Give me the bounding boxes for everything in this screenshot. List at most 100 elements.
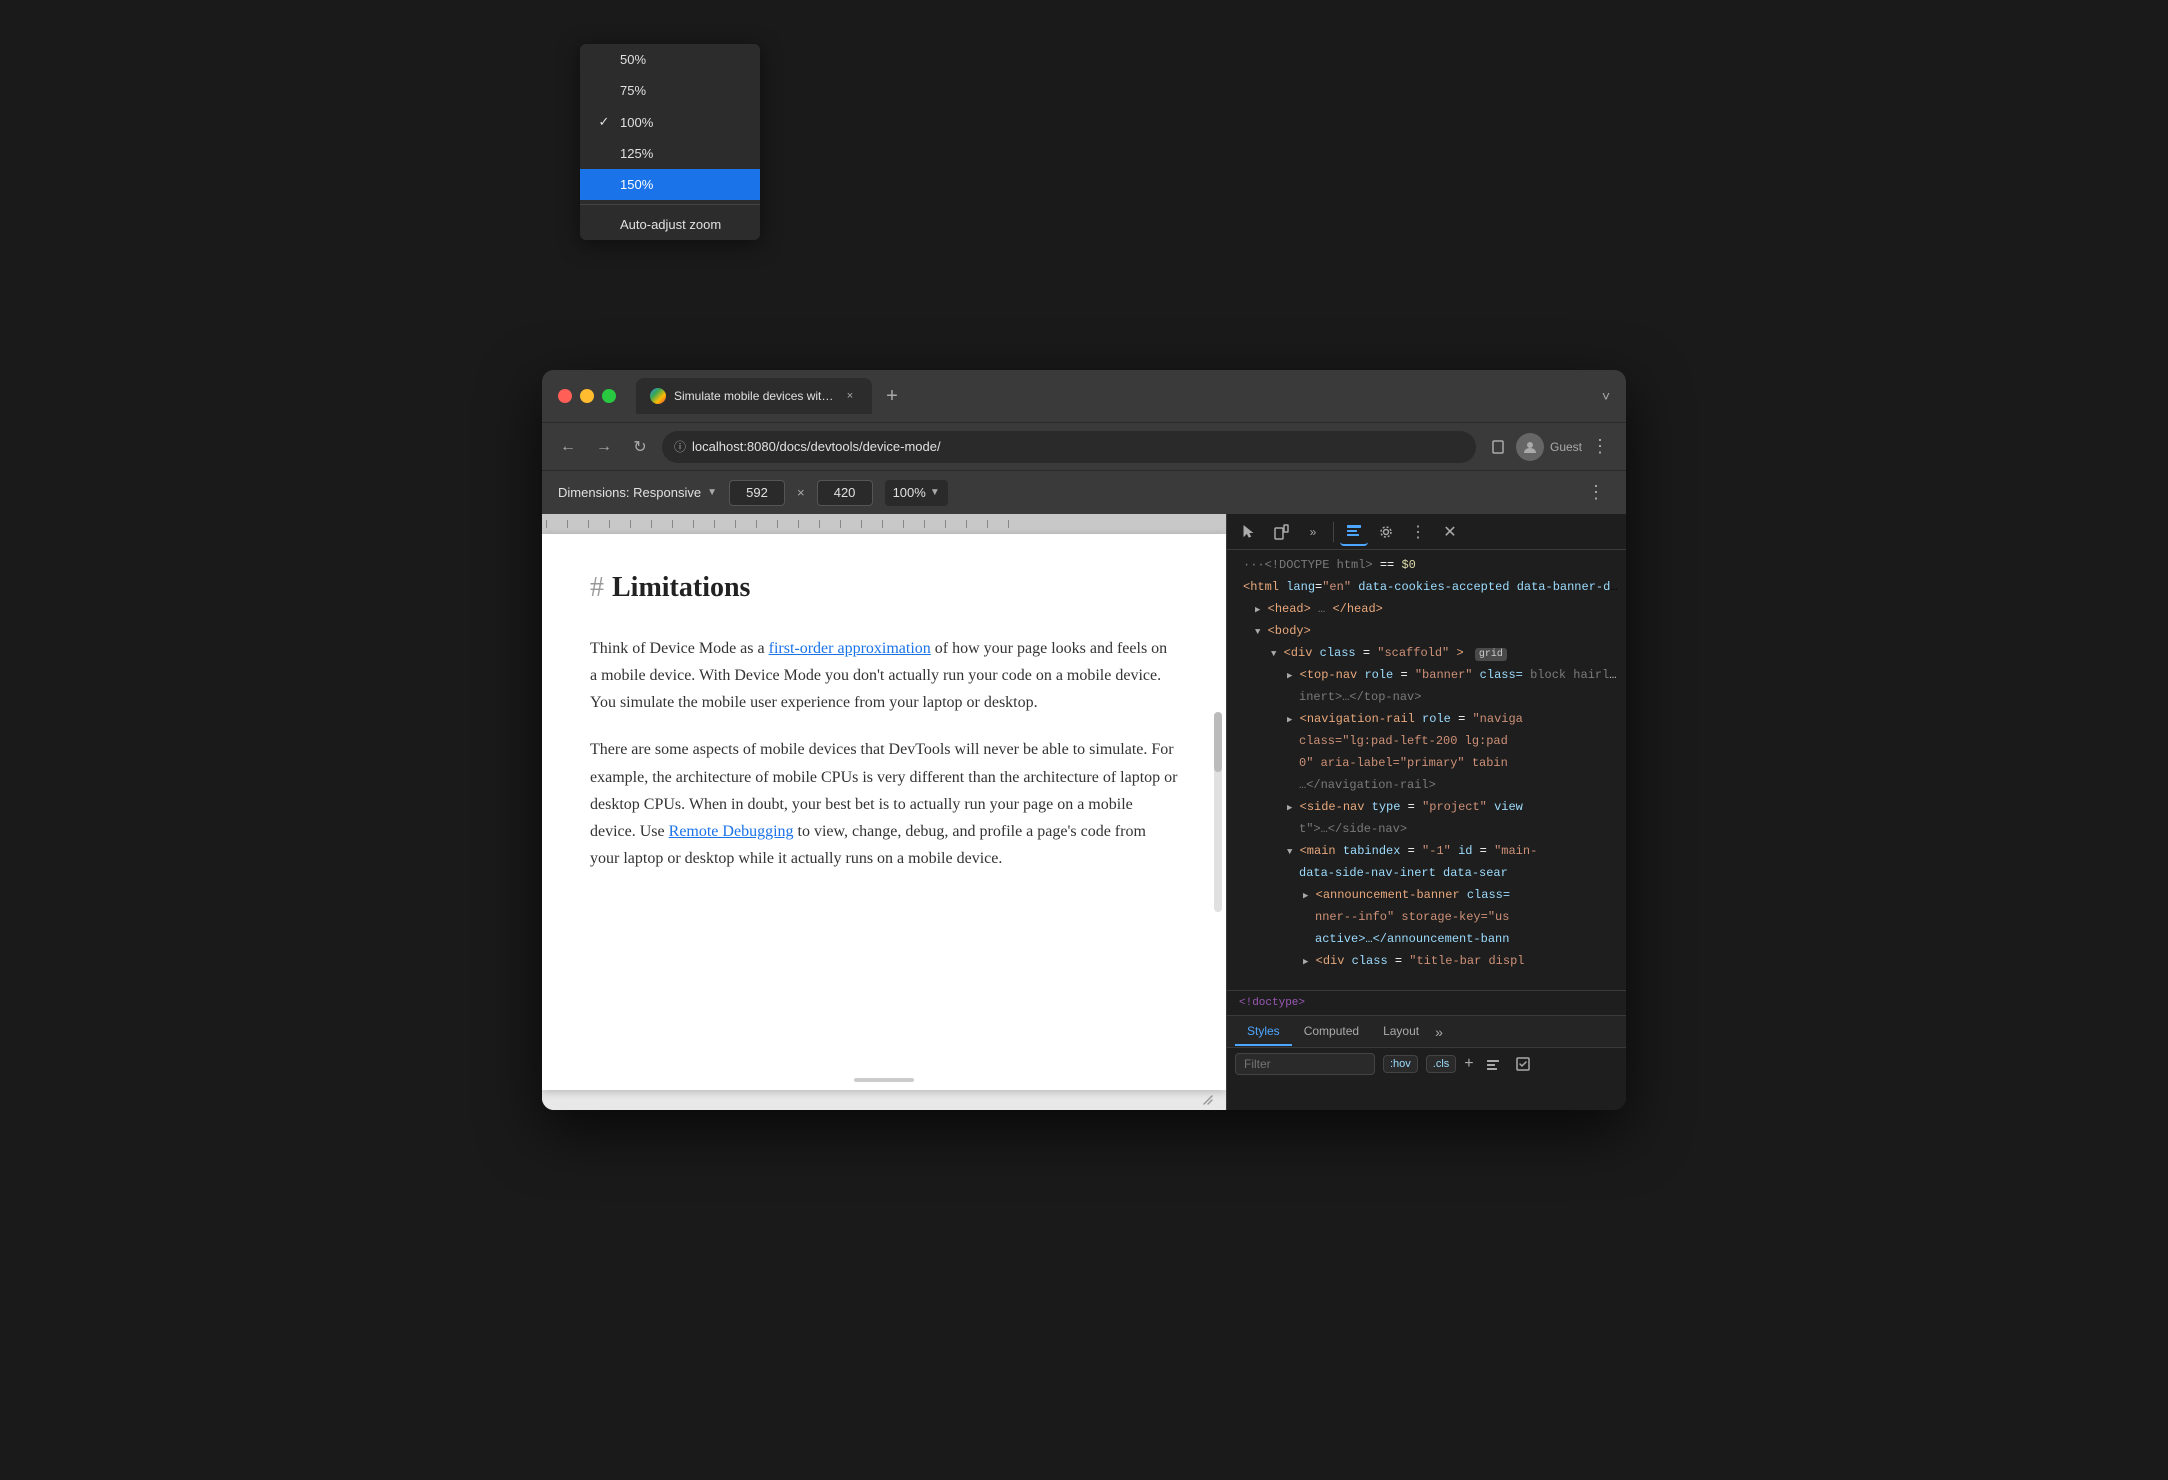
ruler-mark (819, 520, 820, 528)
hov-button[interactable]: :hov (1383, 1055, 1418, 1073)
active-tab[interactable]: Simulate mobile devices with D × (636, 378, 872, 414)
dimensions-dropdown-icon: ▼ (707, 487, 717, 498)
url-bar[interactable]: ⓘ localhost:8080/docs/devtools/device-mo… (662, 431, 1476, 463)
html-line-announcement[interactable]: <announcement-banner class= (1227, 884, 1626, 906)
ruler-mark (588, 520, 589, 528)
device-toolbar-more-button[interactable]: ⋮ (1582, 479, 1610, 507)
dimensions-label: Dimensions: Responsive (558, 485, 701, 500)
traffic-lights (558, 389, 616, 403)
page-heading: # Limitations (590, 566, 1178, 611)
titlebar-triangle[interactable] (1303, 952, 1308, 970)
add-style-button[interactable]: + (1464, 1055, 1473, 1073)
devtools-more-button[interactable]: ⋮ (1404, 518, 1432, 546)
main-area: # Limitations Think of Device Mode as a … (542, 514, 1626, 1110)
scrollbar-thumb[interactable] (1214, 712, 1222, 772)
forward-button[interactable]: → (590, 433, 618, 461)
html-line-main-2: data-side-nav-inert data-sear (1227, 862, 1626, 884)
html-line-html[interactable]: <html lang="en" data-cookies-accepted da… (1227, 576, 1626, 598)
devtools-close-button[interactable]: ✕ (1436, 518, 1464, 546)
styles-more-tabs-icon[interactable]: » (1435, 1024, 1443, 1040)
styles-icon-btn-2[interactable] (1512, 1053, 1534, 1075)
html-tag-open: <html (1243, 580, 1279, 594)
height-input[interactable] (817, 480, 873, 506)
html-line-sidenav[interactable]: <side-nav type = "project" view (1227, 796, 1626, 818)
page-content: # Limitations Think of Device Mode as a … (542, 534, 1226, 924)
new-tab-button[interactable]: + (876, 380, 908, 412)
styles-tab-label: Styles (1247, 1024, 1280, 1038)
scaffold-triangle[interactable] (1271, 644, 1276, 662)
more-icon: ⋮ (1587, 482, 1605, 503)
announcement-triangle[interactable] (1303, 886, 1308, 904)
para2-link[interactable]: Remote Debugging (669, 823, 794, 840)
minimize-traffic-light[interactable] (580, 389, 594, 403)
cls-button[interactable]: .cls (1426, 1055, 1457, 1073)
navrail-triangle[interactable] (1287, 710, 1292, 728)
profile-icon (1522, 439, 1538, 455)
zoom-selector[interactable]: 100% ▼ (885, 480, 948, 506)
html-line-body[interactable]: <body> (1227, 620, 1626, 642)
width-input[interactable] (729, 480, 785, 506)
url-text: localhost:8080/docs/devtools/device-mode… (692, 439, 941, 454)
zoom-dropdown-icon: ▼ (930, 487, 940, 498)
body-triangle[interactable] (1255, 622, 1260, 640)
viewport-bottom (542, 1090, 1226, 1110)
main-triangle[interactable] (1287, 842, 1292, 860)
heading-text: Limitations (612, 566, 750, 611)
elements-panel: ···<!DOCTYPE html> == $0 <html lang="en"… (1227, 550, 1626, 990)
tab-menu-button[interactable]: ˅ (1602, 388, 1610, 404)
html-line-announcement-3: active>…</announcement-bann (1227, 928, 1626, 950)
refresh-button[interactable]: ↻ (626, 433, 654, 461)
html-line-scaffold[interactable]: <div class = "scaffold" > grid (1227, 642, 1626, 664)
zoom-value-label: 100% (893, 485, 926, 500)
ruler-mark (903, 520, 904, 528)
browser-window: Simulate mobile devices with D × + ˅ ← →… (542, 370, 1626, 1110)
html-line-titlebar[interactable]: <div class = "title-bar displ (1227, 950, 1626, 972)
html-line-announcement-2: nner--info" storage-key="us (1227, 906, 1626, 928)
html-line-head[interactable]: <head> … </head> (1227, 598, 1626, 620)
ruler-mark (756, 520, 757, 528)
tab-styles[interactable]: Styles (1235, 1018, 1292, 1046)
chrome-menu-button[interactable]: ⋮ (1586, 433, 1614, 461)
settings-icon (1378, 524, 1394, 540)
resize-icon (1202, 1094, 1214, 1106)
head-triangle[interactable] (1255, 600, 1260, 618)
ruler-mark (567, 520, 568, 528)
title-bar: Simulate mobile devices with D × + ˅ (542, 370, 1626, 422)
dimensions-separator: × (797, 485, 805, 500)
styles-icon-btn-1[interactable] (1482, 1053, 1504, 1075)
device-toggle-button[interactable] (1267, 518, 1295, 546)
elements-panel-button[interactable] (1340, 518, 1368, 546)
html-line-topnav[interactable]: <top-nav role = "banner" class= block ha… (1227, 664, 1626, 686)
ruler-mark (630, 520, 631, 528)
ruler-mark (987, 520, 988, 528)
sidenav-triangle[interactable] (1287, 798, 1292, 816)
para1-link[interactable]: first-order approximation (769, 640, 931, 657)
topnav-triangle[interactable] (1287, 666, 1292, 684)
computed-icon (1516, 1057, 1530, 1071)
html-line-main[interactable]: <main tabindex = "-1" id = "main- (1227, 840, 1626, 862)
tab-close-button[interactable]: × (842, 388, 858, 404)
ruler-mark (609, 520, 610, 528)
inspect-element-button[interactable] (1235, 518, 1263, 546)
profile-button[interactable] (1516, 433, 1544, 461)
html-line-navrail[interactable]: <navigation-rail role = "naviga (1227, 708, 1626, 730)
viewport: # Limitations Think of Device Mode as a … (542, 514, 1226, 1110)
styles-filter-input[interactable] (1235, 1053, 1375, 1075)
back-icon: ← (560, 438, 576, 456)
back-button[interactable]: ← (554, 433, 582, 461)
heading-hash: # (590, 566, 604, 611)
close-traffic-light[interactable] (558, 389, 572, 403)
fullscreen-traffic-light[interactable] (602, 389, 616, 403)
styles-tabs: Styles Computed Layout » (1227, 1016, 1626, 1048)
devtools-bottom: <!doctype> Styles Computed Layout » (1227, 990, 1626, 1110)
cursor-icon (1241, 524, 1257, 540)
tab-title: Simulate mobile devices with D (674, 389, 834, 403)
dimensions-selector[interactable]: Dimensions: Responsive ▼ (558, 485, 717, 500)
tab-layout[interactable]: Layout (1371, 1018, 1431, 1046)
settings-button[interactable] (1372, 518, 1400, 546)
tab-computed[interactable]: Computed (1292, 1018, 1371, 1046)
bookmark-icon-button[interactable] (1484, 433, 1512, 461)
ruler-mark (945, 520, 946, 528)
ruler-mark (735, 520, 736, 528)
more-panels-button[interactable]: » (1299, 518, 1327, 546)
